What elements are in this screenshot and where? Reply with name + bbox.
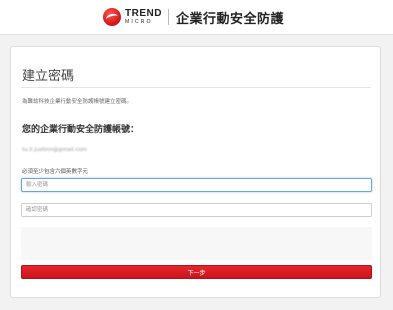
confirm-password-input[interactable] [21, 203, 372, 217]
password-requirement-text: 必須至少包含六個英數字元 [22, 169, 89, 175]
next-button[interactable]: 下一步 [21, 265, 372, 279]
brand-wordmark: TREND MICRO [125, 9, 162, 25]
brand-trend-text: TREND [125, 8, 162, 19]
trend-micro-logo: TREND MICRO 企業行動安全防護 [103, 5, 284, 29]
product-name: 企業行動安全防護 [175, 11, 284, 27]
account-label: 您的企業行動安全防護帳號： [22, 125, 140, 135]
password-input[interactable] [21, 178, 372, 192]
password-strength-panel [21, 227, 372, 260]
logo-divider [167, 9, 169, 25]
trend-micro-ball-icon [103, 8, 121, 26]
top-header: TREND MICRO 企業行動安全防護 [0, 0, 393, 35]
title-divider [21, 87, 371, 88]
instruction-text: 為難劫科技企業行動安全防護帳號建立密碼。 [22, 99, 133, 105]
page-title: 建立密碼 [22, 69, 75, 84]
create-password-card: 建立密碼 為難劫科技企業行動安全防護帳號建立密碼。 您的企業行動安全防護帳號： … [10, 46, 381, 298]
brand-micro-text: MICRO [125, 19, 153, 25]
account-email: tu.li.justinn@gmail.com [22, 147, 88, 153]
